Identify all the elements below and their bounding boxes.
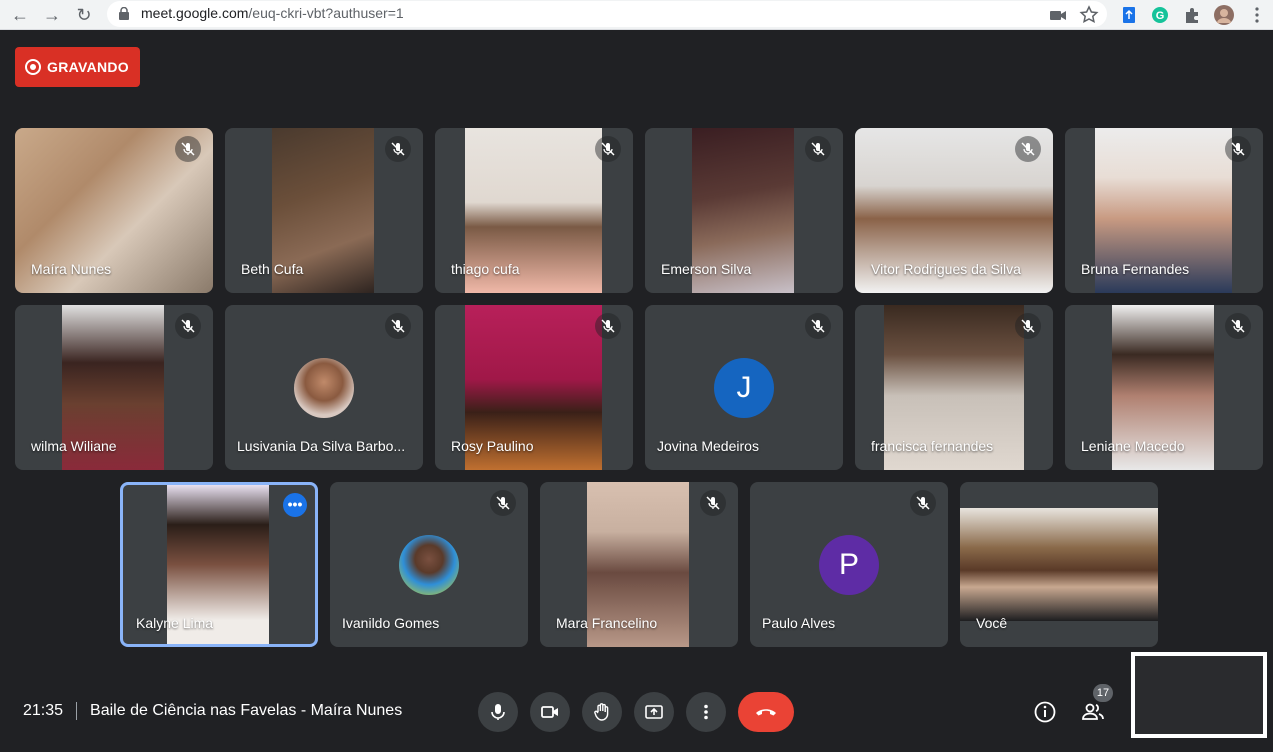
participant-name: thiago cufa [451, 261, 520, 277]
self-video-feed [960, 508, 1158, 621]
participant-tile-active-speaker[interactable]: ••• Kalyne Lima [120, 482, 318, 647]
participant-tile[interactable]: Beth Cufa [225, 128, 423, 293]
camera-button[interactable] [530, 692, 570, 732]
mic-off-icon [595, 313, 621, 339]
preview-thumbnail [1135, 656, 1263, 734]
meeting-title: Baile de Ciência nas Favelas - Maíra Nun… [90, 702, 403, 720]
profile-avatar-icon[interactable] [1213, 4, 1235, 26]
participant-tile[interactable]: P Paulo Alves [750, 482, 948, 647]
participant-name: Bruna Fernandes [1081, 261, 1190, 277]
participant-tile[interactable]: wilma Wiliane [15, 305, 213, 470]
participant-name: Rosy Paulino [451, 438, 534, 454]
recording-badge: GRAVANDO [15, 47, 140, 87]
participant-tile[interactable]: francisca fernandes [855, 305, 1053, 470]
mic-off-icon [1225, 313, 1251, 339]
participant-name: Ivanildo Gomes [342, 615, 440, 631]
participant-tile[interactable]: J Jovina Medeiros [645, 305, 843, 470]
participant-avatar-letter: J [714, 358, 774, 418]
participant-name: Paulo Alves [762, 615, 836, 631]
participant-name: francisca fernandes [871, 438, 994, 454]
mic-off-icon [1015, 136, 1041, 162]
record-icon [25, 59, 41, 75]
microphone-icon [491, 704, 505, 720]
people-icon[interactable] [1081, 700, 1105, 724]
participant-name: Emerson Silva [661, 261, 752, 277]
meeting-details: 21:35 Baile de Ciência nas Favelas - Maír… [23, 702, 402, 720]
back-icon[interactable]: ← [8, 3, 32, 27]
hang-up-icon [756, 709, 776, 716]
clock-time: 21:35 [23, 702, 64, 720]
participant-name: Beth Cufa [241, 261, 304, 277]
svg-text:G: G [1156, 10, 1165, 22]
mic-off-icon [910, 490, 936, 516]
microphone-button[interactable] [478, 692, 518, 732]
mic-off-icon [490, 490, 516, 516]
more-options-icon[interactable]: ••• [283, 493, 307, 517]
mic-off-icon [805, 313, 831, 339]
bookmark-star-icon[interactable] [1078, 4, 1100, 26]
mic-off-icon [1015, 313, 1041, 339]
participant-tile[interactable]: Lusivania Da Silva Barbo... [225, 305, 423, 470]
self-tile[interactable]: Você [960, 482, 1158, 647]
participant-tile[interactable]: Vitor Rodrigues da Silva [855, 128, 1053, 293]
screen-share-preview[interactable] [1131, 652, 1267, 738]
participant-avatar-letter: P [819, 535, 879, 595]
camera-indicator-icon[interactable] [1047, 4, 1069, 26]
extension-upload-icon[interactable] [1118, 4, 1140, 26]
participant-count-badge: 17 [1093, 684, 1113, 702]
mic-off-icon [595, 136, 621, 162]
url-text: meet.google.com/euq-ckri-vbt?authuser=1 [141, 5, 404, 21]
browser-toolbar: ← → ↻ meet.google.com/euq-ckri-vbt?authu… [0, 0, 1273, 30]
leave-call-button[interactable] [738, 692, 794, 732]
more-vert-icon [704, 704, 708, 720]
participant-avatar [294, 358, 354, 418]
address-bar[interactable]: meet.google.com/euq-ckri-vbt?authuser=1 [107, 1, 1107, 27]
mic-off-icon [385, 136, 411, 162]
divider [76, 702, 78, 720]
raise-hand-icon [594, 703, 609, 721]
participant-name: Lusivania Da Silva Barbo... [237, 438, 406, 454]
participant-name: Leniane Macedo [1081, 438, 1185, 454]
url-host: meet.google.com [141, 5, 249, 21]
participant-tile[interactable]: Emerson Silva [645, 128, 843, 293]
participant-name: Mara Francelino [556, 615, 658, 631]
participant-tile[interactable]: Leniane Macedo [1065, 305, 1263, 470]
participant-tile[interactable]: Rosy Paulino [435, 305, 633, 470]
mic-off-icon [1225, 136, 1251, 162]
url-path: /euq-ckri-vbt?authuser=1 [248, 5, 404, 21]
present-screen-button[interactable] [634, 692, 674, 732]
participant-name: wilma Wiliane [31, 438, 117, 454]
participant-name: Kalyne Lima [136, 615, 214, 631]
participant-name: Jovina Medeiros [657, 438, 759, 454]
participant-tile[interactable]: thiago cufa [435, 128, 633, 293]
mic-off-icon [175, 313, 201, 339]
grammarly-icon[interactable]: G [1149, 4, 1171, 26]
camera-icon [541, 706, 558, 718]
mic-off-icon [700, 490, 726, 516]
extensions-puzzle-icon[interactable] [1181, 4, 1203, 26]
raise-hand-button[interactable] [582, 692, 622, 732]
reload-icon[interactable]: ↻ [72, 3, 96, 27]
mic-off-icon [175, 136, 201, 162]
participant-tile[interactable]: Bruna Fernandes [1065, 128, 1263, 293]
participant-tile[interactable]: Ivanildo Gomes [330, 482, 528, 647]
lock-icon [119, 7, 129, 20]
participant-tile[interactable]: Mara Francelino [540, 482, 738, 647]
participant-name: Você [976, 615, 1008, 631]
chrome-menu-icon[interactable] [1246, 4, 1268, 26]
mic-off-icon [805, 136, 831, 162]
participant-tile[interactable]: Maíra Nunes [15, 128, 213, 293]
participant-name: Vitor Rodrigues da Silva [871, 261, 1021, 277]
mic-off-icon [385, 313, 411, 339]
recording-label: GRAVANDO [47, 59, 129, 75]
more-options-button[interactable] [686, 692, 726, 732]
meeting-info-icon[interactable] [1033, 700, 1057, 724]
present-screen-icon [645, 705, 663, 719]
forward-icon[interactable]: → [40, 3, 64, 27]
participant-avatar [399, 535, 459, 595]
participant-name: Maíra Nunes [31, 261, 112, 277]
